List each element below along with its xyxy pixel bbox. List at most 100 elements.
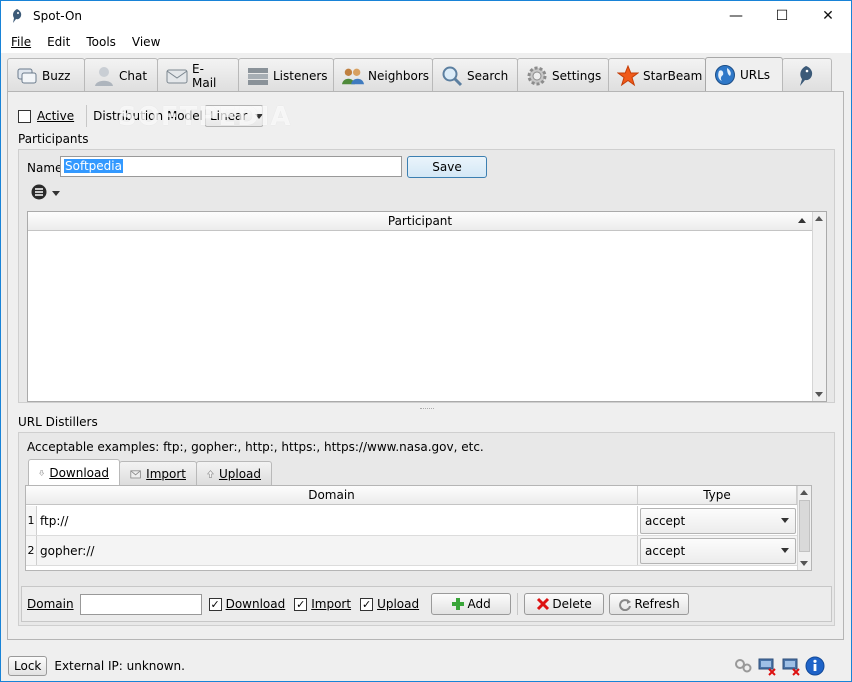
menu-file[interactable]: File [5, 35, 37, 49]
menu-tools[interactable]: Tools [80, 35, 122, 49]
chevron-down-icon [52, 190, 60, 196]
maximize-button[interactable]: ☐ [759, 1, 805, 31]
list-menu-icon [31, 184, 47, 200]
row-number: 1 [26, 506, 37, 535]
spot-on-app-icon [13, 9, 22, 23]
subtab-import[interactable]: Import [119, 461, 197, 486]
domain-input[interactable] [79, 593, 202, 615]
upload-arrow-icon [207, 470, 214, 478]
delete-button[interactable]: Delete [524, 593, 605, 615]
scroll-down-icon[interactable] [815, 392, 823, 397]
minimize-icon: — [729, 8, 743, 24]
listeners-icon [247, 65, 269, 87]
participants-table: Participant [27, 211, 827, 402]
import-envelope-icon [130, 470, 141, 479]
upload-checkbox-label[interactable]: Upload [377, 597, 419, 611]
scrollbar-thumb[interactable] [799, 500, 810, 552]
chevron-down-icon [781, 518, 789, 523]
tab-starbeam[interactable]: StarBeam [608, 58, 706, 92]
active-label[interactable]: Active [37, 109, 74, 123]
name-input-value: Softpedia [64, 159, 123, 173]
tab-search-label: Search [467, 68, 509, 83]
distillers-table: Domain Type 1 ftp:// accept 2 gopher:// … [25, 485, 812, 571]
download-arrow-icon [39, 470, 45, 477]
menu-edit[interactable]: Edit [41, 35, 76, 49]
tab-settings-label: Settings [552, 68, 602, 83]
email-icon [166, 65, 188, 87]
separator [86, 105, 88, 127]
tab-urls[interactable]: URLs [705, 57, 783, 92]
info-icon[interactable] [805, 656, 825, 676]
active-checkbox[interactable] [18, 109, 31, 123]
domain-cell[interactable]: ftp:// [37, 506, 638, 535]
close-icon: ✕ [822, 8, 834, 24]
save-button-label: Save [432, 160, 462, 174]
distillers-scrollbar[interactable] [797, 486, 811, 570]
upload-checkbox[interactable]: ✓ [360, 597, 374, 611]
minimize-button[interactable]: — [713, 1, 759, 31]
table-row[interactable]: 2 gopher:// accept [26, 536, 798, 566]
lock-button[interactable]: Lock [8, 656, 48, 676]
domain-cell[interactable]: gopher:// [37, 536, 638, 565]
kernel-status-icon[interactable] [733, 656, 753, 676]
type-column-header[interactable]: Type [638, 486, 797, 504]
listener-disconnected-icon[interactable] [757, 656, 777, 676]
participant-column-header[interactable]: Participant [28, 212, 813, 230]
subtab-download[interactable]: Download [28, 459, 120, 486]
domain-label: Domain [27, 597, 74, 611]
chat-icon [93, 65, 115, 87]
tab-about[interactable] [782, 58, 832, 92]
scroll-up-icon[interactable] [815, 216, 823, 221]
tab-chat-label: Chat [119, 68, 148, 83]
tab-buzz-label: Buzz [42, 68, 71, 83]
url-distillers-label: URL Distillers [18, 415, 98, 429]
download-checkbox-label[interactable]: Download [226, 597, 286, 611]
menu-view[interactable]: View [126, 35, 166, 49]
domain-column-header[interactable]: Domain [26, 486, 638, 504]
urls-panel: Active Distribution Model Linear SOFTPED… [7, 91, 844, 640]
tab-email-label: E-Mail [192, 61, 217, 90]
tab-buzz[interactable]: Buzz [7, 58, 85, 92]
window-title: Spot-On [33, 9, 82, 23]
name-input[interactable]: Softpedia [60, 156, 402, 177]
add-button[interactable]: Add [431, 593, 512, 615]
neighbor-disconnected-icon[interactable] [781, 656, 801, 676]
table-row[interactable]: 1 ftp:// accept [26, 506, 798, 536]
status-bar: Lock External IP: unknown. [1, 651, 851, 681]
maximize-icon: ☐ [775, 8, 789, 24]
plus-icon [452, 598, 465, 610]
import-checkbox-label[interactable]: Import [311, 597, 351, 611]
subtab-upload[interactable]: Upload [196, 461, 272, 486]
download-checkbox[interactable]: ✓ [208, 597, 222, 611]
participants-menu-button[interactable] [31, 184, 60, 202]
tab-settings[interactable]: Settings [517, 58, 609, 92]
type-select[interactable]: accept [640, 537, 796, 564]
chevron-down-icon [781, 548, 789, 553]
splitter-handle[interactable] [420, 408, 434, 410]
main-window: Spot-On — ☐ ✕ File Edit Tools View Buzz … [0, 0, 852, 682]
scroll-up-icon[interactable] [800, 490, 808, 495]
import-checkbox[interactable]: ✓ [294, 597, 308, 611]
main-tab-bar: Buzz Chat E-Mail Listeners Neighbors Sea… [7, 57, 832, 92]
type-select[interactable]: accept [640, 507, 796, 534]
delete-x-icon [537, 597, 550, 611]
row-number: 2 [26, 536, 37, 565]
close-button[interactable]: ✕ [805, 1, 851, 31]
tab-neighbors-label: Neighbors [368, 68, 430, 83]
save-button[interactable]: Save [407, 156, 487, 178]
tab-neighbors[interactable]: Neighbors [333, 58, 433, 92]
tab-search[interactable]: Search [432, 58, 518, 92]
type-cell: accept [638, 536, 798, 565]
spot-on-icon [795, 65, 817, 87]
participants-scrollbar[interactable] [812, 212, 826, 401]
separator [517, 593, 519, 615]
distribution-row: Active Distribution Model Linear SOFTPED… [18, 102, 291, 132]
tab-listeners[interactable]: Listeners [238, 58, 334, 92]
tab-chat[interactable]: Chat [84, 58, 158, 92]
watermark: SOFTPEDIA [118, 102, 292, 132]
scroll-down-icon[interactable] [800, 561, 808, 566]
tab-starbeam-label: StarBeam [643, 68, 703, 83]
search-icon [441, 65, 463, 87]
tab-email[interactable]: E-Mail [157, 58, 239, 92]
refresh-button[interactable]: Refresh [609, 593, 690, 615]
